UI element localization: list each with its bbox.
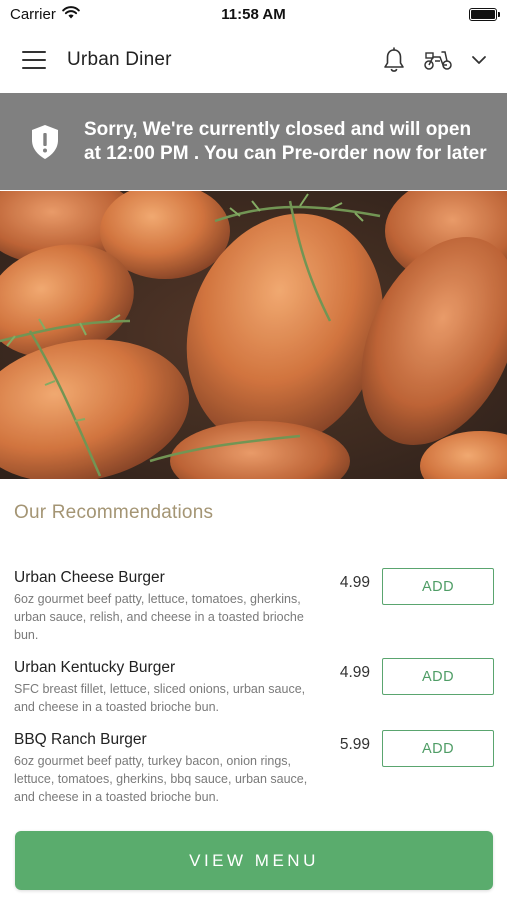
menu-icon[interactable]	[22, 51, 46, 69]
app-title: Urban Diner	[67, 49, 172, 70]
bell-icon[interactable]	[383, 47, 405, 73]
add-button[interactable]: ADD	[382, 658, 494, 695]
item-price: 5.99	[339, 736, 370, 753]
item-description: 6oz gourmet beef patty, lettuce, tomatoe…	[14, 592, 304, 642]
add-button[interactable]: ADD	[382, 568, 494, 605]
wifi-icon	[62, 5, 80, 23]
list-item: Urban Cheese Burger 6oz gourmet beef pat…	[0, 568, 507, 658]
item-description: 6oz gourmet beef patty, turkey bacon, on…	[14, 754, 308, 804]
closed-banner: Sorry, We're currently closed and will o…	[0, 93, 507, 190]
hero-image	[0, 191, 507, 479]
status-bar: Carrier 11:58 AM	[0, 0, 507, 28]
header-actions	[383, 47, 487, 73]
item-description: SFC breast fillet, lettuce, sliced onion…	[14, 682, 306, 714]
app-header: Urban Diner	[0, 28, 507, 92]
list-item: BBQ Ranch Burger 6oz gourmet beef patty,…	[0, 730, 507, 830]
add-button[interactable]: ADD	[382, 730, 494, 767]
list-item: Urban Kentucky Burger SFC breast fillet,…	[0, 658, 507, 730]
view-menu-button[interactable]: VIEW MENU	[15, 831, 493, 890]
recommendations-list: Urban Cheese Burger 6oz gourmet beef pat…	[0, 568, 507, 830]
battery-icon	[469, 7, 500, 21]
recommendations-title: Our Recommendations	[14, 502, 214, 523]
status-left: Carrier	[10, 6, 80, 23]
carrier-label: Carrier	[10, 5, 56, 23]
delivery-scooter-icon[interactable]	[423, 49, 453, 71]
chevron-down-icon[interactable]	[471, 55, 487, 65]
item-price: 4.99	[339, 574, 370, 591]
closed-message: Sorry, We're currently closed and will o…	[84, 118, 487, 164]
item-price: 4.99	[339, 664, 370, 681]
shield-alert-icon	[30, 124, 60, 160]
